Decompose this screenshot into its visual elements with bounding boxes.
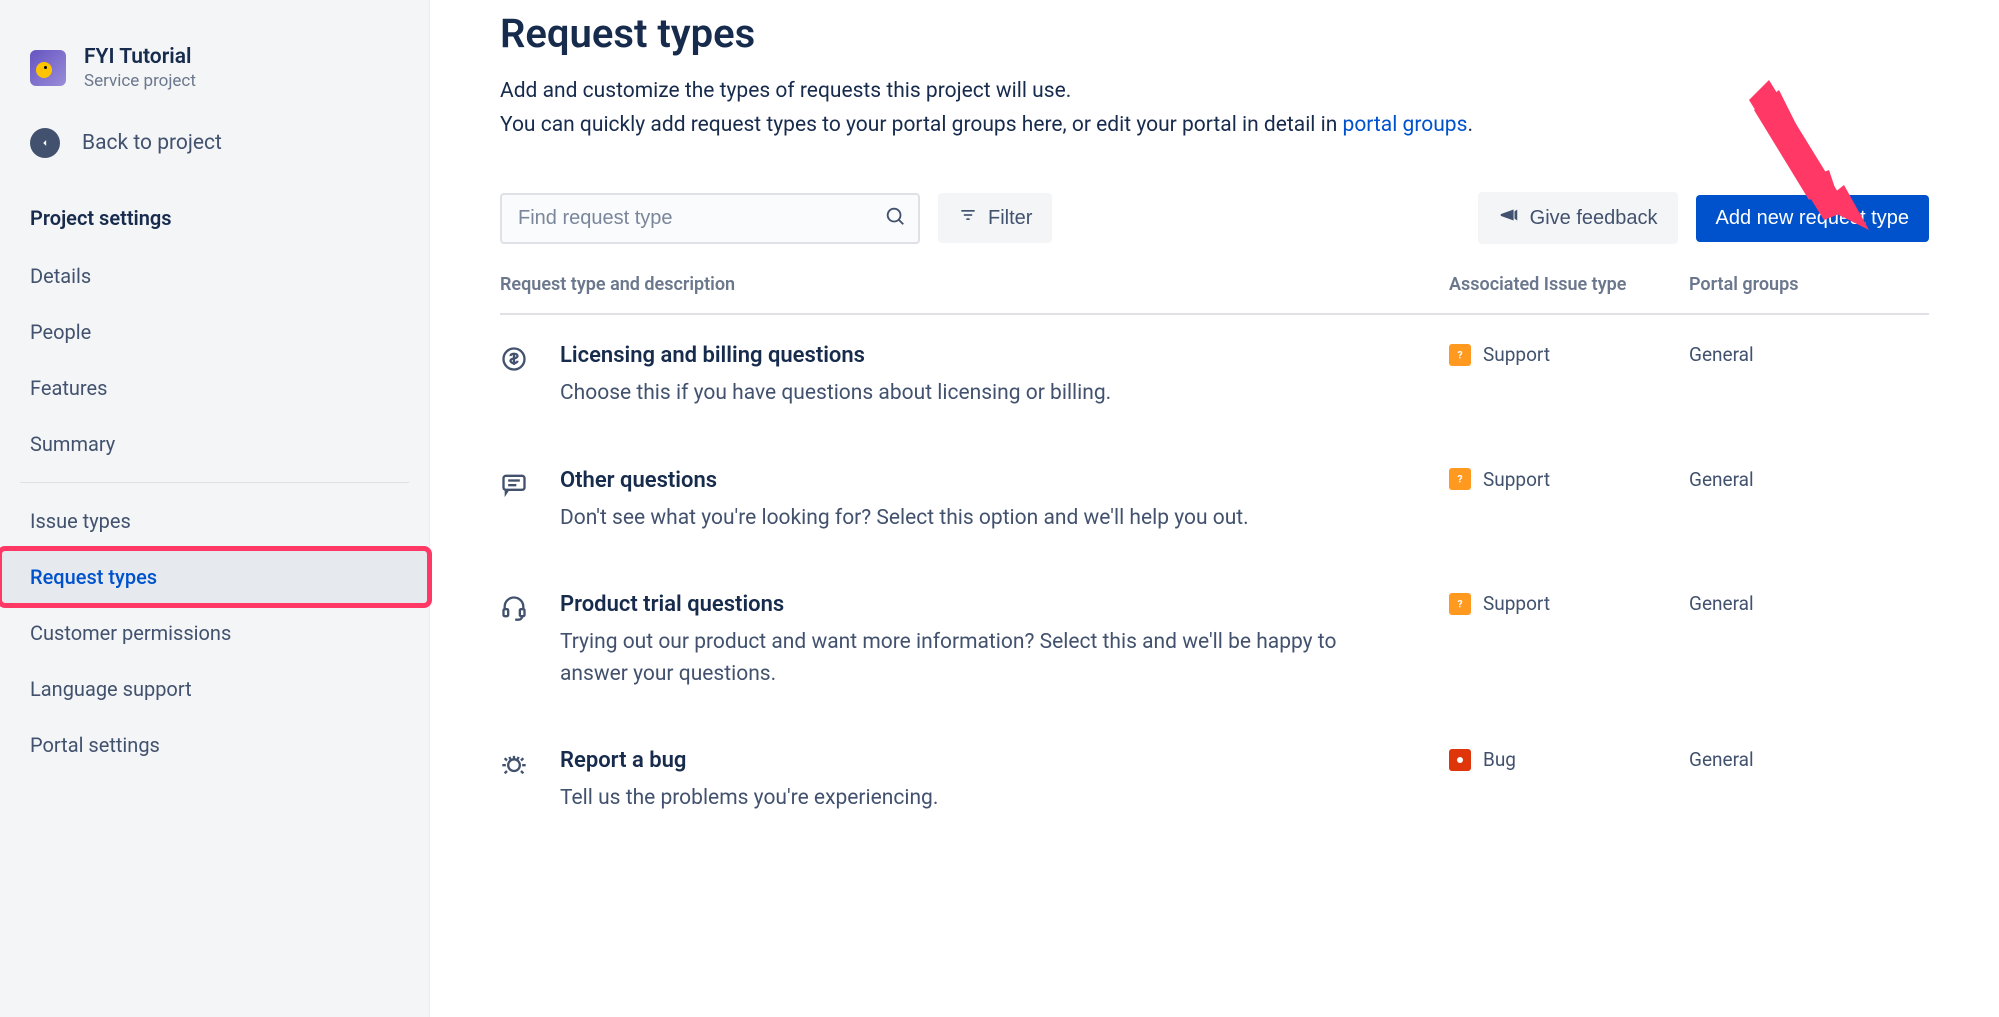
associated-issue-type: ? Support	[1449, 343, 1689, 366]
request-type-title: Other questions	[560, 468, 1449, 493]
request-type-icon	[500, 468, 560, 502]
portal-group: General	[1689, 592, 1929, 615]
feedback-label: Give feedback	[1530, 207, 1658, 230]
sidebar-item-details[interactable]: Details	[0, 248, 429, 304]
sidebar-item-features[interactable]: Features	[0, 360, 429, 416]
col-request: Request type and description	[500, 274, 1449, 295]
sidebar-section-heading: Project settings	[0, 180, 429, 248]
portal-group: General	[1689, 468, 1929, 491]
col-issue: Associated Issue type	[1449, 274, 1689, 295]
request-type-row[interactable]: Report a bug Tell us the problems you're…	[500, 720, 1929, 845]
give-feedback-button[interactable]: Give feedback	[1478, 192, 1678, 244]
issue-type-label: Support	[1483, 343, 1550, 366]
back-to-project-link[interactable]: Back to project	[0, 106, 429, 180]
issue-type-label: Bug	[1483, 748, 1516, 771]
sidebar: FYI Tutorial Service project Back to pro…	[0, 0, 430, 1017]
back-arrow-icon	[30, 128, 60, 158]
svg-text:?: ?	[1457, 348, 1462, 361]
project-title: FYI Tutorial	[84, 45, 196, 69]
page-description: Add and customize the types of requests …	[500, 75, 1929, 142]
back-label: Back to project	[82, 131, 222, 155]
support-badge-icon: ?	[1449, 593, 1471, 615]
project-subtitle: Service project	[84, 71, 196, 91]
request-type-title: Licensing and billing questions	[560, 343, 1449, 368]
support-badge-icon: ?	[1449, 468, 1471, 490]
project-header: FYI Tutorial Service project	[0, 30, 429, 106]
associated-issue-type: ? Support	[1449, 592, 1689, 615]
megaphone-icon	[1498, 204, 1520, 232]
request-type-list: Licensing and billing questions Choose t…	[500, 315, 1929, 845]
sidebar-item-portal-settings[interactable]: Portal settings	[0, 717, 429, 773]
request-type-icon	[500, 343, 560, 377]
search-icon[interactable]	[884, 205, 906, 231]
bug-badge-icon	[1449, 749, 1471, 771]
toolbar: Filter Give feedback Add new request typ…	[500, 192, 1929, 244]
table-header: Request type and description Associated …	[500, 274, 1929, 315]
associated-issue-type: Bug	[1449, 748, 1689, 771]
request-type-row[interactable]: Product trial questions Trying out our p…	[500, 564, 1929, 720]
request-type-icon	[500, 748, 560, 782]
project-avatar-icon	[30, 50, 66, 86]
sidebar-item-issue-types[interactable]: Issue types	[0, 493, 429, 549]
sidebar-divider	[20, 482, 409, 483]
add-new-request-type-button[interactable]: Add new request type	[1696, 195, 1929, 242]
support-badge-icon: ?	[1449, 344, 1471, 366]
portal-groups-link[interactable]: portal groups	[1343, 113, 1468, 137]
request-type-description: Tell us the problems you're experiencing…	[560, 783, 1340, 815]
associated-issue-type: ? Support	[1449, 468, 1689, 491]
sidebar-item-customer-permissions[interactable]: Customer permissions	[0, 605, 429, 661]
portal-group: General	[1689, 343, 1929, 366]
request-type-icon	[500, 592, 560, 626]
issue-type-label: Support	[1483, 468, 1550, 491]
filter-button[interactable]: Filter	[938, 193, 1052, 243]
filter-label: Filter	[988, 207, 1032, 230]
desc-line-1: Add and customize the types of requests …	[500, 79, 1071, 103]
sidebar-item-summary[interactable]: Summary	[0, 416, 429, 472]
request-type-title: Report a bug	[560, 748, 1449, 773]
desc-line-2-post: .	[1467, 113, 1473, 137]
col-portal: Portal groups	[1689, 274, 1929, 295]
svg-text:?: ?	[1457, 473, 1462, 486]
request-type-description: Don't see what you're looking for? Selec…	[560, 503, 1340, 535]
request-type-description: Choose this if you have questions about …	[560, 378, 1340, 410]
svg-text:?: ?	[1457, 597, 1462, 610]
sidebar-item-people[interactable]: People	[0, 304, 429, 360]
issue-type-label: Support	[1483, 592, 1550, 615]
request-type-description: Trying out our product and want more inf…	[560, 627, 1340, 690]
add-label: Add new request type	[1716, 207, 1909, 230]
desc-line-2-pre: You can quickly add request types to you…	[500, 113, 1343, 137]
request-type-row[interactable]: Licensing and billing questions Choose t…	[500, 315, 1929, 440]
page-title: Request types	[500, 10, 1929, 57]
portal-group: General	[1689, 748, 1929, 771]
main-content: Request types Add and customize the type…	[430, 0, 1999, 1017]
request-type-row[interactable]: Other questions Don't see what you're lo…	[500, 440, 1929, 565]
sidebar-item-language-support[interactable]: Language support	[0, 661, 429, 717]
request-type-title: Product trial questions	[560, 592, 1449, 617]
sidebar-item-request-types[interactable]: Request types	[0, 549, 429, 605]
search-wrap	[500, 193, 920, 244]
filter-icon	[958, 205, 978, 231]
search-input[interactable]	[500, 193, 920, 244]
